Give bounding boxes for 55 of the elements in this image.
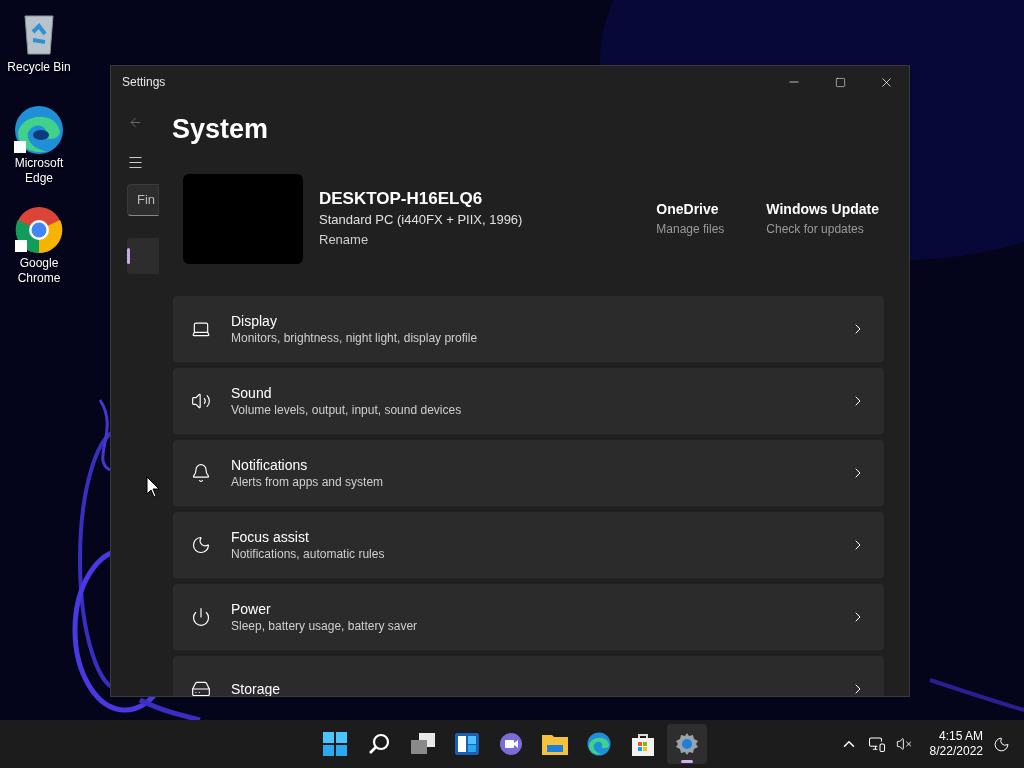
- moon-icon: [191, 535, 211, 555]
- bell-icon: [191, 463, 211, 483]
- settings-row[interactable]: Notifications Alerts from apps and system: [173, 440, 884, 506]
- settings-row[interactable]: Power Sleep, battery usage, battery saver: [173, 584, 884, 650]
- search-icon: [368, 733, 390, 755]
- row-subtitle: Volume levels, output, input, sound devices: [231, 401, 462, 419]
- quick-link-subtitle: Check for updates: [766, 221, 865, 238]
- speaker-icon: [191, 391, 211, 411]
- row-subtitle: Sleep, battery usage, battery saver: [231, 617, 418, 635]
- row-subtitle: Notifications, automatic rules: [231, 545, 385, 563]
- chrome-icon: [15, 206, 63, 254]
- drive-icon: [191, 679, 211, 696]
- edge-icon: [587, 732, 611, 756]
- desktop-icon-label[interactable]: Recycle Bin: [7, 60, 71, 75]
- row-title: Notifications: [231, 455, 309, 474]
- device-model: Standard PC (i440FX + PIIX, 1996): [319, 211, 523, 229]
- settings-row[interactable]: Focus assist Notifications, automatic rules: [173, 512, 884, 578]
- muted-speaker-icon[interactable]: [895, 736, 912, 752]
- settings-row[interactable]: Storage: [173, 656, 884, 696]
- quick-link-title[interactable]: Windows Update: [766, 199, 879, 219]
- desktop-icon-label[interactable]: Microsoft Edge: [2, 156, 76, 186]
- chat-icon: [499, 732, 523, 756]
- window-title: Settings: [122, 74, 166, 91]
- row-title: Storage: [231, 680, 281, 696]
- page-title: System: [172, 113, 270, 146]
- power-icon: [191, 607, 211, 627]
- rename-link[interactable]: Rename: [319, 230, 523, 250]
- row-title: Sound: [231, 383, 273, 402]
- row-title: Display: [231, 311, 278, 330]
- quick-link-subtitle: Manage files: [656, 221, 725, 238]
- selection-indicator: [127, 248, 130, 264]
- task-view-icon: [411, 733, 435, 755]
- desktop-icon-label[interactable]: Google Chrome: [2, 256, 76, 286]
- quick-link-title[interactable]: OneDrive: [656, 199, 725, 219]
- settings-row[interactable]: Display Monitors, brightness, night light, display profile: [173, 296, 884, 362]
- settings-row[interactable]: Sound Volume levels, output, input, sound devices: [173, 368, 884, 434]
- store-bag-icon: [632, 732, 654, 756]
- search-field[interactable]: Fin: [127, 184, 159, 216]
- row-subtitle: Monitors, brightness, night light, display profile: [231, 329, 478, 347]
- device-name: DESKTOP-H16ELQ6: [319, 188, 484, 210]
- folder-icon: [542, 733, 568, 755]
- moon-icon[interactable]: [993, 735, 1010, 753]
- mouse-cursor-icon: [146, 476, 160, 498]
- windows-logo-icon: [323, 732, 347, 756]
- clock-date[interactable]: 8/22/2022: [929, 744, 983, 759]
- row-title: Focus assist: [231, 527, 310, 546]
- row-title: Power: [231, 599, 272, 618]
- widgets-icon: [455, 733, 479, 755]
- edge-icon: [14, 105, 64, 155]
- row-subtitle: Alerts from apps and system: [231, 473, 384, 491]
- network-icon[interactable]: [867, 735, 886, 753]
- nav-item[interactable]: [127, 238, 159, 274]
- clock-time[interactable]: 4:15 AM: [938, 729, 983, 744]
- maximize-icon: [834, 76, 846, 88]
- gear-icon: [675, 732, 699, 756]
